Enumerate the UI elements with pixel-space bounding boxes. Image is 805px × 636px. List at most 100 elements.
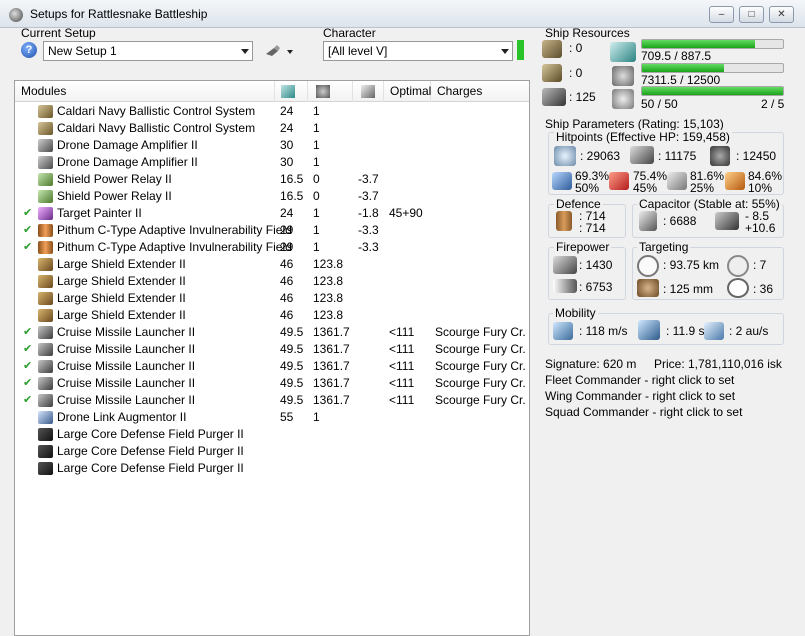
- maximize-button[interactable]: □: [739, 6, 764, 23]
- mobility-box: Mobility : 118 m/s : 11.9 s : 2 au/s: [548, 306, 784, 345]
- module-row[interactable]: Large Core Defense Field Purger II: [15, 426, 529, 443]
- module-row[interactable]: Shield Power Relay II 16.5 0 -3.7: [15, 188, 529, 205]
- modules-header: Modules Optimal Charges: [15, 81, 529, 102]
- structure-icon: [710, 146, 730, 166]
- module-name: Cruise Missile Launcher II: [57, 393, 196, 407]
- launcher-slots-value: : 0: [569, 66, 583, 80]
- targeting-box: Targeting : 93.75 km : 7 : 125 mm : 36: [632, 240, 784, 300]
- module-powergrid: 46: [280, 291, 294, 305]
- module-row[interactable]: ✔ Cruise Missile Launcher II 49.5 1361.7 <11…: [15, 341, 529, 358]
- module-row[interactable]: Large Shield Extender II 46 123.8: [15, 273, 529, 290]
- fitted-check-icon: ✔: [23, 377, 33, 389]
- module-powergrid: 24: [280, 104, 294, 118]
- calibration-value: : 125: [569, 90, 596, 104]
- module-row[interactable]: Caldari Navy Ballistic Control System 24 1: [15, 103, 529, 120]
- shield-recharge-icon: [556, 211, 572, 231]
- volley-icon: [553, 279, 577, 293]
- module-row[interactable]: Large Core Defense Field Purger II: [15, 460, 529, 477]
- squad-commander-slot[interactable]: Squad Commander - right click to set: [545, 405, 742, 419]
- module-name: Large Shield Extender II: [57, 274, 186, 288]
- module-name: Cruise Missile Launcher II: [57, 325, 196, 339]
- module-row[interactable]: Large Core Defense Field Purger II: [15, 443, 529, 460]
- module-charge: Scourge Fury Cr...: [435, 325, 525, 339]
- fleet-commander-slot[interactable]: Fleet Commander - right click to set: [545, 373, 734, 387]
- column-cpu[interactable]: [308, 81, 353, 102]
- module-powergrid: 49.5: [280, 376, 304, 390]
- close-button[interactable]: ✕: [769, 6, 794, 23]
- fitted-check-icon: ✔: [23, 360, 33, 372]
- module-capacitor: -3.3: [358, 240, 379, 254]
- align-time-value: : 11.9 s: [666, 324, 705, 338]
- scan-resolution-value: : 125 mm: [663, 282, 714, 296]
- module-row[interactable]: Drone Damage Amplifier II 30 1: [15, 137, 529, 154]
- module-cpu: 1: [313, 410, 320, 424]
- thermal-resist-value: 75.4% 45%: [633, 169, 668, 195]
- module-row[interactable]: Caldari Navy Ballistic Control System 24 1: [15, 120, 529, 137]
- armor-hp-value: : 11175: [658, 149, 697, 163]
- missile-launcher-icon: [38, 360, 53, 373]
- modules-list[interactable]: Modules Optimal Charges Caldari Navy Bal…: [14, 80, 530, 636]
- targeting-range-icon: [637, 255, 659, 277]
- fitted-check-icon: ✔: [23, 207, 33, 219]
- setup-select[interactable]: New Setup 1: [43, 41, 253, 61]
- powergrid-icon: [610, 42, 636, 62]
- wing-commander-slot[interactable]: Wing Commander - right click to set: [545, 389, 735, 403]
- module-name: Shield Power Relay II: [57, 189, 172, 203]
- module-name: Pithum C-Type Adaptive Invulnerability F…: [57, 223, 292, 237]
- column-optimal[interactable]: Optimal: [384, 81, 431, 102]
- module-powergrid: 49.5: [280, 325, 304, 339]
- module-capacitor: -3.3: [358, 223, 379, 237]
- module-cpu: 1: [313, 206, 320, 220]
- module-cpu: 1: [313, 155, 320, 169]
- module-row[interactable]: ✔ Cruise Missile Launcher II 49.5 1361.7 <11…: [15, 324, 529, 341]
- module-row[interactable]: Large Shield Extender II 46 123.8: [15, 307, 529, 324]
- module-powergrid: 46: [280, 308, 294, 322]
- module-powergrid: 16.5: [280, 172, 304, 186]
- chevron-down-icon: [241, 49, 249, 54]
- hitpoints-title: Hitpoints (Effective HP: 159,458): [554, 130, 732, 144]
- module-row[interactable]: ✔ Pithum C-Type Adaptive Invulnerability …: [15, 222, 529, 239]
- module-name: Target Painter II: [57, 206, 142, 220]
- module-cpu: 1: [313, 223, 320, 237]
- column-capacitor[interactable]: [353, 81, 384, 102]
- ballistic-control-icon: [38, 122, 53, 135]
- explosive-resist-value: 84.6% 10%: [748, 169, 783, 195]
- help-icon[interactable]: ?: [21, 42, 37, 58]
- fitted-check-icon: ✔: [23, 394, 33, 406]
- module-row[interactable]: ✔ Pithum C-Type Adaptive Invulnerability …: [15, 239, 529, 256]
- module-row[interactable]: Large Shield Extender II 46 123.8: [15, 256, 529, 273]
- current-setup-label: Current Setup: [21, 26, 96, 40]
- shield-extender-icon: [38, 258, 53, 271]
- column-powergrid[interactable]: [275, 81, 308, 102]
- minimize-button[interactable]: –: [709, 6, 734, 23]
- module-cpu: 0: [313, 189, 320, 203]
- module-row[interactable]: Drone Damage Amplifier II 30 1: [15, 154, 529, 171]
- invulnerability-field-icon: [38, 241, 53, 254]
- module-powergrid: 49.5: [280, 359, 304, 373]
- setup-tools-button[interactable]: [262, 42, 296, 60]
- volley-value: : 6753: [579, 280, 613, 294]
- module-optimal: <111: [389, 325, 415, 339]
- module-charge: Scourge Fury Cr...: [435, 359, 525, 373]
- dps-value: : 1430: [579, 258, 613, 272]
- module-row[interactable]: ✔ Cruise Missile Launcher II 49.5 1361.7 <11…: [15, 358, 529, 375]
- drone-bay-icon: [612, 89, 634, 109]
- module-optimal: <111: [389, 393, 415, 407]
- character-select-value: [All level V]: [328, 44, 388, 58]
- invulnerability-field-icon: [38, 224, 53, 237]
- column-modules[interactable]: Modules: [15, 81, 275, 102]
- module-row[interactable]: Drone Link Augmentor II 55 1: [15, 409, 529, 426]
- module-row[interactable]: ✔ Cruise Missile Launcher II 49.5 1361.7 <11…: [15, 392, 529, 409]
- module-name: Large Core Defense Field Purger II: [57, 461, 244, 475]
- module-row[interactable]: ✔ Target Painter II 24 1 -1.8 45+90: [15, 205, 529, 222]
- module-row[interactable]: Shield Power Relay II 16.5 0 -3.7: [15, 171, 529, 188]
- module-capacitor: -3.7: [358, 189, 379, 203]
- module-row[interactable]: Large Shield Extender II 46 123.8: [15, 290, 529, 307]
- module-row[interactable]: ✔ Cruise Missile Launcher II 49.5 1361.7 <11…: [15, 375, 529, 392]
- column-charges[interactable]: Charges: [431, 81, 529, 102]
- module-name: Drone Link Augmentor II: [57, 410, 187, 424]
- module-name: Large Shield Extender II: [57, 257, 186, 271]
- speed-value: : 118 m/s: [579, 324, 628, 338]
- em-resist-icon: [552, 172, 572, 190]
- character-select[interactable]: [All level V]: [323, 41, 513, 61]
